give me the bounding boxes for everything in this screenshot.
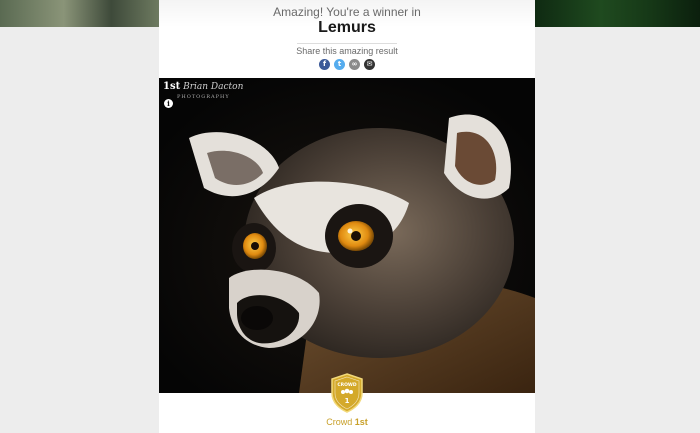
background-photo-left xyxy=(0,0,159,27)
share-label: Share this amazing result xyxy=(296,46,398,56)
twitter-share-icon[interactable]: t xyxy=(334,59,345,70)
result-subtitle: Amazing! You're a winner in xyxy=(273,5,421,19)
award-place: 1st xyxy=(354,417,368,427)
divider xyxy=(297,43,397,44)
crowd-award-badge-icon: CROWD 1 xyxy=(331,373,363,413)
info-icon[interactable]: i xyxy=(164,99,173,108)
background-photo-right xyxy=(535,0,700,27)
winning-photo[interactable]: 1st Brian Dacton PHOTOGRAPHY i xyxy=(159,78,535,393)
category-title: Lemurs xyxy=(318,19,376,36)
lemur-image xyxy=(159,78,535,393)
award-label: Crowd 1st xyxy=(159,417,535,427)
email-share-icon[interactable]: ✉ xyxy=(364,59,375,70)
link-share-icon[interactable]: ∞ xyxy=(349,59,360,70)
badge-number: 1 xyxy=(345,397,350,405)
photographer-watermark: 1st Brian Dacton PHOTOGRAPHY xyxy=(163,81,244,101)
award-category: Crowd xyxy=(326,417,353,427)
facebook-share-icon[interactable]: f xyxy=(319,59,330,70)
badge-label: CROWD xyxy=(337,382,357,388)
share-buttons: f t ∞ ✉ xyxy=(159,59,535,70)
